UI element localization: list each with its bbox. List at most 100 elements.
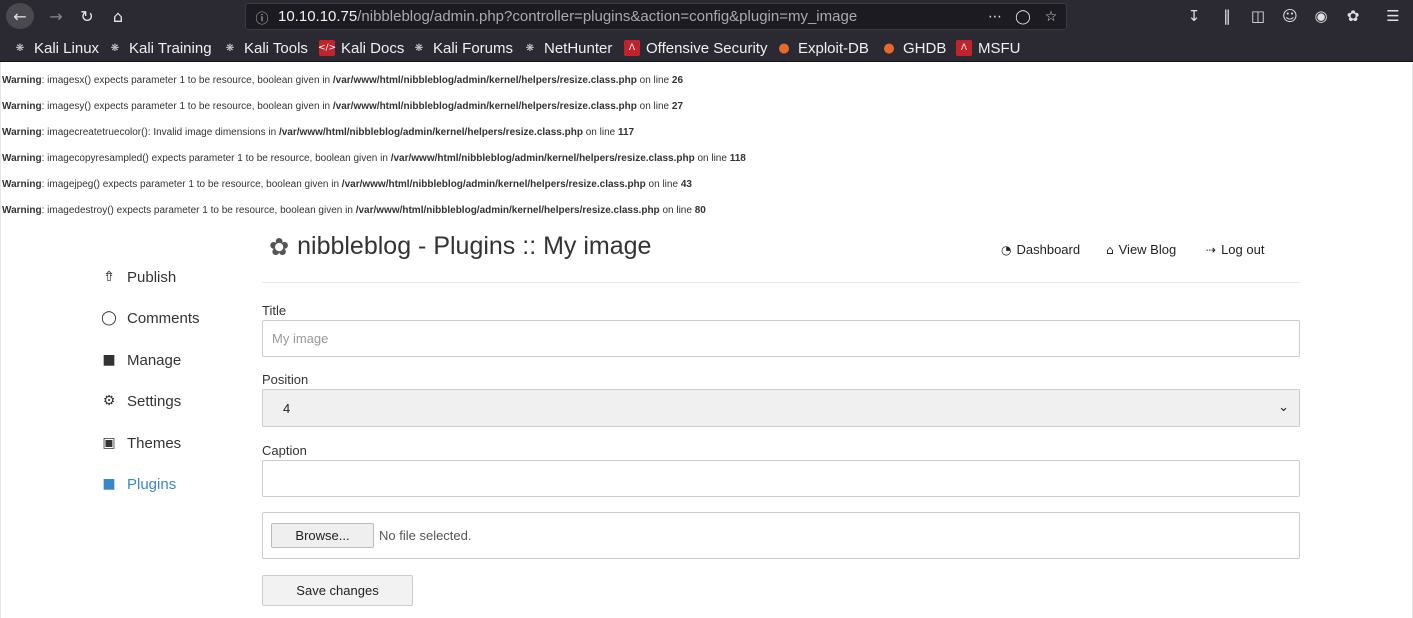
warning-msg: : imagecreatetruecolor(): Invalid image …: [41, 127, 279, 138]
account-icon[interactable]: ☺: [1279, 5, 1301, 27]
more-icon[interactable]: ⋯: [986, 8, 1004, 26]
warning-line: 118: [729, 153, 746, 164]
warning-line: 43: [680, 179, 692, 190]
page-title-text: nibbleblog - Plugins :: My image: [297, 232, 652, 260]
warning-on: on line: [645, 179, 681, 190]
back-icon[interactable]: ←: [6, 3, 34, 29]
warning-line: 26: [671, 75, 684, 86]
bookmark-label: MSFU: [978, 39, 1021, 57]
kali-dragon-icon: ❋: [15, 42, 25, 54]
sidebar-item-label: Publish: [127, 268, 177, 286]
warning-label: Warning: [2, 127, 42, 138]
url-text[interactable]: 10.10.10.75/nibbleblog/admin.php?control…: [278, 8, 857, 25]
warning-msg: : imagecopyresampled() expects parameter…: [41, 153, 391, 164]
warning-label: Warning: [2, 179, 42, 190]
bookmark-label: GHDB: [903, 39, 947, 57]
kali-dragon-icon: ❋: [525, 42, 535, 54]
publish-icon: ⇮: [103, 269, 115, 285]
page-title: ✿ nibbleblog - Plugins :: My image: [269, 232, 651, 261]
warning-file: /var/www/html/nibbleblog/admin/kernel/he…: [278, 127, 583, 138]
save-changes-button[interactable]: Save changes: [262, 575, 413, 606]
menu-icon[interactable]: ☰: [1382, 5, 1404, 27]
bookmark-ghdb[interactable]: ● GHDB: [881, 38, 946, 58]
nav-label: Dashboard: [1016, 242, 1081, 257]
bookmark-label: Exploit-DB: [798, 39, 869, 57]
pocket-icon[interactable]: ◯: [1014, 8, 1032, 26]
exploitdb-icon: ●: [778, 40, 790, 56]
bookmark-msfu[interactable]: Λ MSFU: [956, 38, 1021, 58]
php-warning: Warning: imagecopyresampled() expects pa…: [2, 153, 746, 164]
sidebar-item-label: Themes: [127, 434, 182, 452]
warning-msg: : imagesy() expects parameter 1 to be re…: [41, 101, 333, 112]
bookmark-label: Kali Tools: [244, 39, 308, 57]
logout-icon: ⇢: [1206, 242, 1217, 257]
star-icon[interactable]: ☆: [1042, 8, 1060, 26]
warning-file: /var/www/html/nibbleblog/admin/kernel/he…: [332, 75, 637, 86]
nav-dashboard[interactable]: ◔ Dashboard: [1001, 242, 1080, 257]
sidebar-item-label: Plugins: [127, 475, 177, 493]
browse-button[interactable]: Browse...: [271, 523, 374, 548]
warning-on: on line: [694, 153, 730, 164]
bookmark-kali-forums[interactable]: ❋ Kali Forums: [411, 38, 513, 58]
sidebar-item-label: Manage: [127, 351, 182, 369]
sidebar-item-manage[interactable]: ■ Manage: [101, 349, 181, 371]
position-select-value: 4: [283, 400, 291, 416]
url-host: 10.10.10.75: [278, 8, 358, 25]
bookmark-kali-linux[interactable]: ❋ Kali Linux: [12, 38, 99, 58]
title-input[interactable]: My image: [262, 320, 1300, 357]
warning-file: /var/www/html/nibbleblog/admin/kernel/he…: [355, 205, 660, 216]
sidebar-item-settings[interactable]: ⚙ Settings: [101, 390, 181, 412]
warning-label: Warning: [2, 205, 42, 216]
comment-icon: ◯: [101, 310, 117, 326]
bookmark-kali-docs[interactable]: </> Kali Docs: [318, 38, 405, 58]
reload-icon[interactable]: ↻: [73, 3, 101, 29]
sidebar-item-plugins[interactable]: ■ Plugins: [101, 473, 176, 495]
warning-msg: : imagejpeg() expects parameter 1 to be …: [41, 179, 342, 190]
home-icon[interactable]: ⌂: [104, 3, 132, 29]
extension-icon[interactable]: ◉: [1310, 5, 1332, 27]
library-icon[interactable]: ‖: [1216, 5, 1238, 27]
warning-on: on line: [636, 75, 672, 86]
php-warning: Warning: imagesx() expects parameter 1 t…: [2, 75, 683, 86]
bookmark-label: Kali Docs: [341, 39, 405, 57]
forward-icon[interactable]: →: [42, 3, 70, 29]
url-bar[interactable]: ⓘ 10.10.10.75/nibbleblog/admin.php?contr…: [245, 3, 1067, 30]
download-icon[interactable]: ↧: [1183, 5, 1205, 27]
bookmark-kali-training[interactable]: ❋ Kali Training: [107, 38, 212, 58]
exploitdb-icon: ●: [883, 40, 895, 56]
sidebar-item-themes[interactable]: ▣ Themes: [101, 432, 181, 454]
warning-line: 117: [617, 127, 635, 138]
php-warning: Warning: imagejpeg() expects parameter 1…: [2, 179, 692, 190]
nav-view-blog[interactable]: ⌂ View Blog: [1106, 242, 1176, 257]
sidebar-item-publish[interactable]: ⇮ Publish: [101, 266, 176, 288]
warning-msg: : imagesx() expects parameter 1 to be re…: [41, 75, 333, 86]
file-status-text: No file selected.: [379, 528, 472, 543]
info-icon[interactable]: ⓘ: [254, 9, 270, 27]
bookmark-label: Kali Linux: [34, 39, 100, 57]
sidebar-icon[interactable]: ◫: [1247, 5, 1269, 27]
bookmark-offensive-security[interactable]: Λ Offensive Security: [624, 38, 767, 58]
dashboard-icon: ◔: [1001, 242, 1012, 257]
bookmark-kali-tools[interactable]: ❋ Kali Tools: [222, 38, 308, 58]
position-label: Position: [262, 372, 309, 387]
kali-dragon-icon: ❋: [414, 42, 424, 54]
position-select[interactable]: 4 ⌄: [262, 389, 1300, 427]
file-upload-field: Browse... No file selected.: [262, 512, 1300, 559]
image-icon: ▣: [102, 435, 116, 451]
warning-on: on line: [659, 205, 695, 216]
offsec-icon: Λ: [624, 40, 640, 56]
sidebar-item-label: Comments: [127, 309, 200, 327]
nav-log-out[interactable]: ⇢ Log out: [1206, 242, 1264, 257]
sidebar-item-comments[interactable]: ◯ Comments: [101, 307, 200, 329]
php-warning: Warning: imagesy() expects parameter 1 t…: [2, 101, 683, 112]
kali-docs-icon: </>: [318, 40, 336, 56]
bookmark-exploit-db[interactable]: ● Exploit-DB: [776, 38, 869, 58]
sidebar-item-label: Settings: [127, 392, 182, 410]
bookmark-nethunter[interactable]: ❋ NetHunter: [522, 38, 613, 58]
header-divider: [262, 282, 1300, 283]
warning-line: 27: [671, 101, 684, 112]
page-content: Warning : imagesx() expects parameter 1 t…: [0, 62, 1413, 618]
addon-icon[interactable]: ✿: [1342, 5, 1364, 27]
caption-input[interactable]: [262, 460, 1300, 497]
title-input-value: My image: [272, 331, 329, 346]
